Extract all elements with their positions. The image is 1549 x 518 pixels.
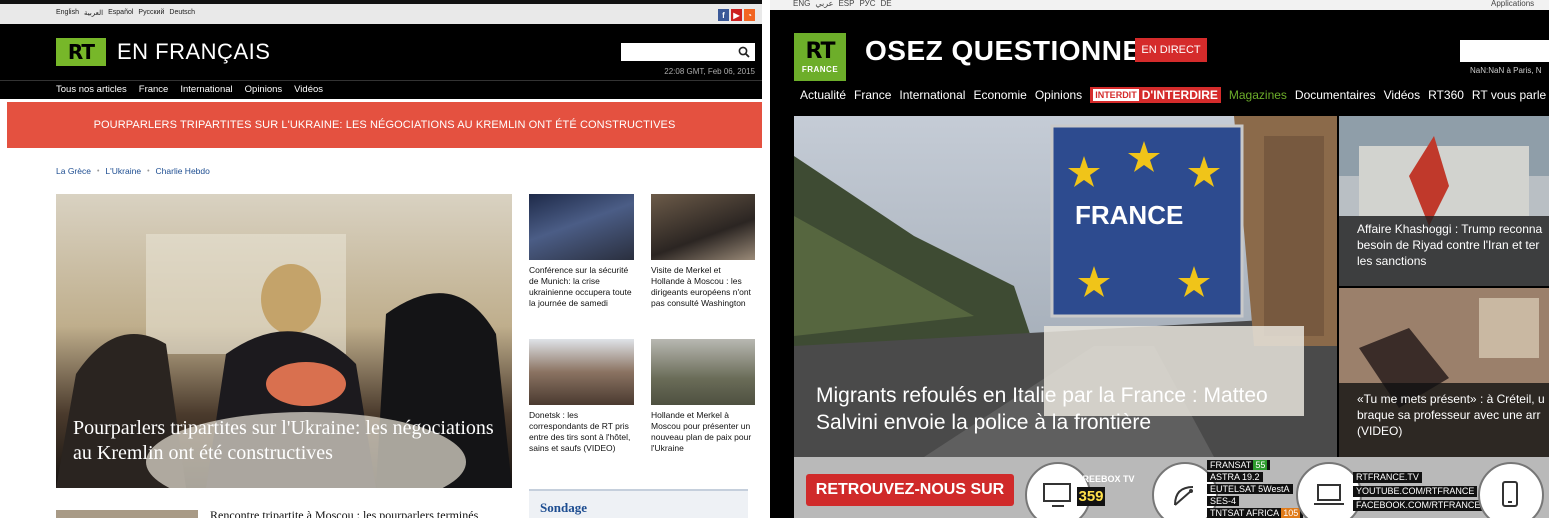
main-nav-items: Actualité France International Economie … xyxy=(800,87,1546,103)
sign-text: FRANCE xyxy=(1075,200,1184,230)
channel-name: FRANSAT xyxy=(1210,460,1252,470)
web-link[interactable]: YOUTUBE.COM/RTFRANCE xyxy=(1353,486,1478,497)
site-slogan: OSEZ QUESTIONNER xyxy=(865,35,1163,66)
language-link[interactable]: English xyxy=(56,9,79,17)
language-links: English العربية Español Русский Deutsch xyxy=(56,9,195,17)
article-thumbnail[interactable] xyxy=(651,339,755,405)
rss-icon[interactable]: ◔ xyxy=(744,9,755,21)
tag-link[interactable]: Charlie Hebdo xyxy=(156,166,210,176)
language-link[interactable]: ESP xyxy=(838,0,854,8)
language-link[interactable]: Русский xyxy=(138,9,164,17)
language-link[interactable]: ENG xyxy=(793,0,810,8)
channel-tntsat: TNTSAT AFRICA 105 xyxy=(1207,508,1304,518)
channel-eutelsat: EUTELSAT 5WestA xyxy=(1207,484,1293,494)
channel-ses: SES-4 xyxy=(1207,496,1240,506)
channel-name: EUTELSAT 5WestA xyxy=(1210,484,1290,494)
applications-link[interactable]: Applications xyxy=(1491,0,1534,8)
interdit-box: INTERDIT xyxy=(1093,89,1139,101)
nav-item-rt-vous-parle[interactable]: RT vous parle xyxy=(1472,88,1546,102)
nav-item-videos[interactable]: Vidéos xyxy=(294,84,323,95)
web-link[interactable]: FACEBOOK.COM/RTFRANCE xyxy=(1353,500,1484,511)
channel-name: TNTSAT AFRICA xyxy=(1210,508,1280,518)
logo-subtext: FRANCE xyxy=(801,64,839,74)
nav-item-interdit-dinterdire[interactable]: INTERDIT D'INTERDIRE xyxy=(1090,87,1221,103)
facebook-icon[interactable]: f xyxy=(718,9,729,21)
find-us-button[interactable]: RETROUVEZ-NOUS SUR xyxy=(806,474,1014,506)
nav-item-opinions[interactable]: Opinions xyxy=(1035,88,1082,102)
nav-item-international[interactable]: International xyxy=(180,84,232,95)
language-link[interactable]: Deutsch xyxy=(169,9,195,17)
search-input[interactable] xyxy=(1460,40,1549,62)
youtube-icon[interactable]: ▶ xyxy=(731,9,742,21)
article-thumbnail[interactable] xyxy=(651,194,755,260)
channel-astra: ASTRA 19.2 xyxy=(1207,472,1263,482)
separator-dot: • xyxy=(147,167,150,175)
nav-item-all-articles[interactable]: Tous nos articles xyxy=(56,84,127,95)
nav-item-actualite[interactable]: Actualité xyxy=(800,88,846,102)
freebox-channel-number: 359 xyxy=(1077,487,1105,506)
nav-item-france[interactable]: France xyxy=(139,84,169,95)
article-headline[interactable]: Rencontre tripartite à Moscou : les pour… xyxy=(210,508,478,518)
channel-fransat: FRANSAT 55 xyxy=(1207,460,1271,470)
nav-item-videos[interactable]: Vidéos xyxy=(1384,88,1420,102)
search-input[interactable] xyxy=(621,43,755,61)
interdit-label: D'INTERDIRE xyxy=(1141,88,1218,102)
freebox-label: FREEBOX TV xyxy=(1077,474,1135,484)
article-caption[interactable]: Donetsk : les correspondants de RT pris … xyxy=(529,410,637,454)
nav-item-rt360[interactable]: RT360 xyxy=(1428,88,1464,102)
channel-name: ASTRA 19.2 xyxy=(1210,472,1260,482)
nav-item-france[interactable]: France xyxy=(854,88,891,102)
language-link[interactable]: Español xyxy=(108,9,133,17)
article-thumbnail[interactable] xyxy=(56,510,198,518)
nav-item-magazines[interactable]: Magazines xyxy=(1229,88,1287,102)
nav-item-opinions[interactable]: Opinions xyxy=(245,84,283,95)
nav-item-international[interactable]: International xyxy=(899,88,965,102)
language-link[interactable]: РУС xyxy=(859,0,875,8)
article-caption[interactable]: Conférence sur la sécurité de Munich: la… xyxy=(529,265,637,309)
breaking-news-banner[interactable]: POURPARLERS TRIPARTITES SUR L'UKRAINE: L… xyxy=(7,102,762,148)
nav-item-economie[interactable]: Economie xyxy=(973,88,1026,102)
rt-logo[interactable]: RT xyxy=(56,38,106,66)
trending-tags: La Grèce • L'Ukraine • Charlie Hebdo xyxy=(56,166,210,176)
site-title: EN FRANÇAIS xyxy=(117,39,271,64)
tag-link[interactable]: La Grèce xyxy=(56,166,91,176)
logo-text: RT xyxy=(805,38,836,64)
hero-headline[interactable]: Pourparlers tripartites sur l'Ukraine: l… xyxy=(73,416,503,466)
side-article-headline[interactable]: Affaire Khashoggi : Trump reconna besoin… xyxy=(1357,221,1549,269)
hero-headline[interactable]: Migrants refoulés en Italie par la Franc… xyxy=(816,382,1331,436)
article-thumbnail[interactable] xyxy=(529,194,634,260)
poll-title[interactable]: Sondage xyxy=(540,500,587,516)
separator-dot: • xyxy=(96,167,100,175)
language-links: ENG عربي ESP РУС DE xyxy=(793,0,892,8)
timestamp: 22:08 GMT, Feb 06, 2015 xyxy=(664,67,755,76)
side-article-headline[interactable]: «Tu me mets présent» : à Créteil, u braq… xyxy=(1357,391,1549,439)
language-link[interactable]: عربي xyxy=(815,0,833,8)
rt-france-logo[interactable]: RT FRANCE xyxy=(794,33,846,81)
article-thumbnail[interactable] xyxy=(529,339,634,405)
article-caption[interactable]: Visite de Merkel et Hollande à Moscou : … xyxy=(651,265,755,309)
language-link[interactable]: DE xyxy=(880,0,891,8)
channel-number: 55 xyxy=(1253,460,1268,470)
tag-link[interactable]: L'Ukraine xyxy=(105,166,141,176)
search-icon[interactable] xyxy=(738,43,752,61)
main-nav-items: Tous nos articles France International O… xyxy=(56,84,323,95)
web-link[interactable]: RTFRANCE.TV xyxy=(1353,472,1422,483)
language-link[interactable]: العربية xyxy=(84,9,103,17)
article-caption[interactable]: Hollande et Merkel à Moscou pour présent… xyxy=(651,410,755,454)
social-links: f ▶ ◔ xyxy=(718,9,755,21)
nav-item-documentaires[interactable]: Documentaires xyxy=(1295,88,1376,102)
channel-number: 105 xyxy=(1281,508,1301,518)
live-button[interactable]: EN DIRECT xyxy=(1135,38,1207,62)
timestamp: NaN:NaN à Paris, N xyxy=(1470,66,1542,75)
channel-name: SES-4 xyxy=(1210,496,1237,506)
